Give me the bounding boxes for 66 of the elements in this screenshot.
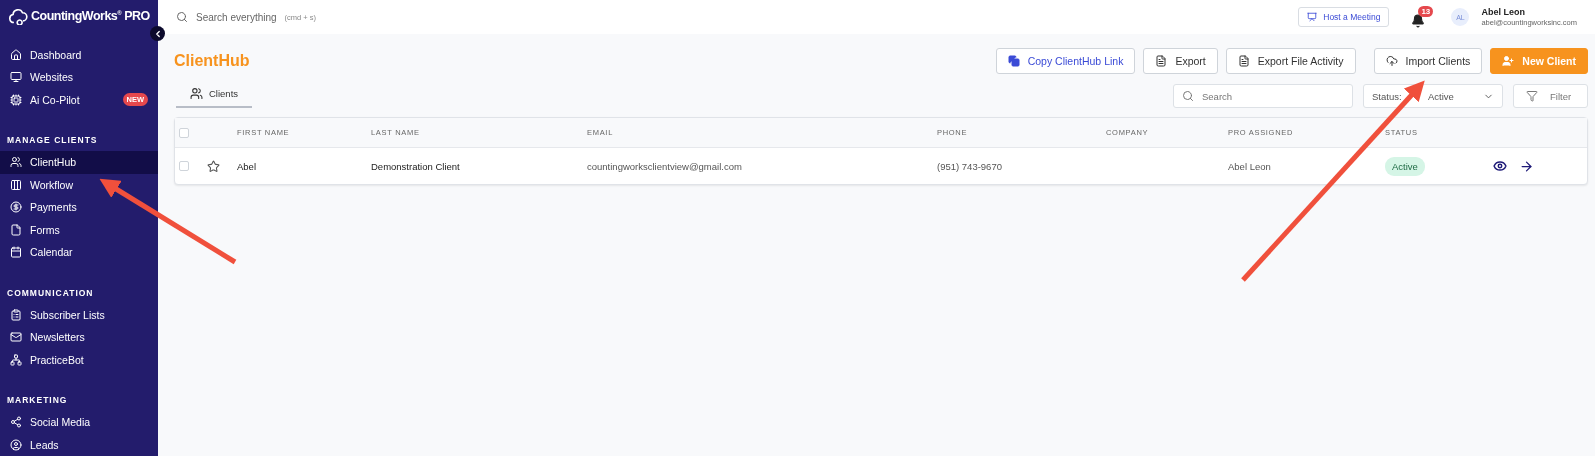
action-button[interactable]: Export xyxy=(1143,48,1218,74)
action-button[interactable]: Export File Activity xyxy=(1225,48,1356,74)
sidebar-item[interactable]: Payments xyxy=(0,196,158,219)
nav-icon xyxy=(10,331,22,344)
tab[interactable]: Clients xyxy=(176,87,253,108)
sidebar-item[interactable]: Workflow xyxy=(0,173,158,196)
table-cell-text: Abel xyxy=(237,160,257,172)
copy-icon xyxy=(1007,55,1020,67)
cloud-logo-icon xyxy=(8,6,28,25)
sidebar-item[interactable]: Calendar xyxy=(0,241,158,264)
nav-icon xyxy=(10,156,22,169)
sidebar-item[interactable]: Dashboard xyxy=(0,43,158,66)
user-name: Abel Leon xyxy=(1481,7,1526,17)
filter-button[interactable]: Filter xyxy=(1513,84,1588,108)
count-badge: 13 xyxy=(1418,6,1434,17)
star-icon[interactable] xyxy=(207,159,220,173)
sidebar-item[interactable]: Social Media xyxy=(0,411,158,434)
checkbox[interactable] xyxy=(179,127,189,138)
table-cell-text: countingworksclientview@gmail.com xyxy=(587,160,743,172)
table-cell-text: Abel Leon xyxy=(1228,160,1272,172)
search-icon xyxy=(1182,90,1194,102)
nav-icon xyxy=(10,246,22,259)
search-field[interactable]: Search xyxy=(1173,84,1353,108)
status-badge: Active xyxy=(1385,156,1425,176)
nav-icon xyxy=(10,201,22,214)
sidebar-item[interactable]: ClientHub xyxy=(0,151,158,174)
checkbox[interactable] xyxy=(179,161,189,171)
section-heading: COMMUNICATION xyxy=(6,287,95,298)
action-button[interactable]: Copy ClientHub Link xyxy=(995,48,1136,74)
document-icon xyxy=(1155,55,1168,67)
bell-icon xyxy=(1411,14,1426,28)
action-button[interactable]: Import Clients xyxy=(1373,48,1483,74)
host-meeting-button[interactable]: Host a Meeting xyxy=(1298,7,1390,27)
nav-icon xyxy=(10,223,22,236)
add-user-icon xyxy=(1502,55,1515,67)
section-heading: MARKETING xyxy=(6,395,69,405)
sidebar-item[interactable]: Leads xyxy=(0,433,158,456)
view-icon[interactable] xyxy=(1493,159,1507,173)
status-dropdown[interactable]: Status: Active xyxy=(1363,84,1503,108)
table-cell-text: Demonstration Client xyxy=(371,160,461,172)
nav-icon xyxy=(10,416,22,429)
brand-logo: CountingWorks$^{®}$ PRO xyxy=(31,8,150,23)
nav-icon xyxy=(10,178,22,191)
nav-icon xyxy=(10,308,22,321)
section-heading: MANAGE CLIENTS xyxy=(6,135,99,145)
nav-icon xyxy=(10,71,22,84)
table-cell-text: (951) 743-9670 xyxy=(937,160,1003,172)
sidebar-item[interactable]: Newsletters xyxy=(0,326,158,349)
arrow-right-icon[interactable] xyxy=(1519,158,1534,174)
cloud-upload-icon xyxy=(1385,55,1398,67)
collapse-button[interactable] xyxy=(150,26,165,41)
sidebar-item[interactable]: Websites xyxy=(0,66,158,89)
nav-icon xyxy=(10,93,22,106)
document-icon xyxy=(1237,55,1250,67)
sidebar-item[interactable]: Forms xyxy=(0,218,158,241)
search-icon xyxy=(176,11,188,23)
sidebar-item[interactable]: PracticeBot xyxy=(0,348,158,371)
filter-icon xyxy=(1526,90,1538,102)
presentation-icon xyxy=(1307,12,1318,22)
nav-icon xyxy=(10,438,22,451)
nav-icon xyxy=(10,353,22,366)
notifications-button[interactable]: 13 xyxy=(1411,6,1434,28)
page-title: ClientHub xyxy=(174,52,251,70)
users-icon xyxy=(190,87,203,100)
nav-icon xyxy=(10,48,22,61)
sidebar-item[interactable]: Subscriber Lists xyxy=(0,303,158,326)
